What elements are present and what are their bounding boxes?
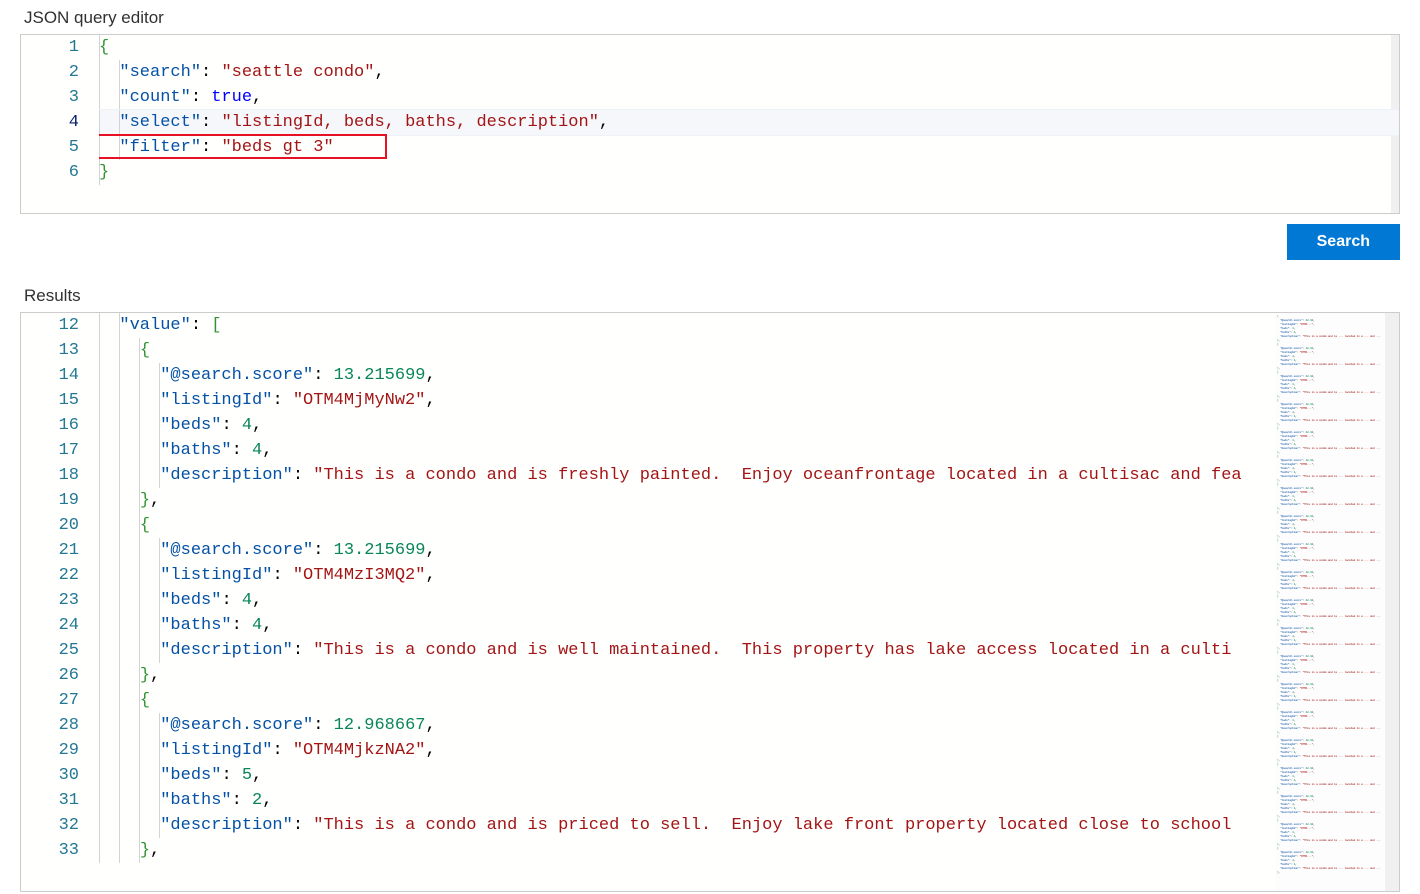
results-title: Results: [24, 286, 1400, 306]
results-line[interactable]: "beds": 4,: [99, 413, 1399, 438]
results-line[interactable]: "@search.score": 13.215699,: [99, 363, 1399, 388]
json-query-editor[interactable]: 123456 { "search": "seattle condo", "cou…: [20, 34, 1400, 214]
query-editor-title: JSON query editor: [24, 8, 1400, 28]
results-line[interactable]: "@search.score": 12.968667,: [99, 713, 1399, 738]
query-line[interactable]: "count": true,: [99, 85, 1399, 110]
results-line[interactable]: "listingId": "OTM4MjMyNw2",: [99, 388, 1399, 413]
search-button-row: Search: [0, 214, 1420, 278]
results-line[interactable]: "description": "This is a condo and is f…: [99, 463, 1399, 488]
results-line[interactable]: "baths": 2,: [99, 788, 1399, 813]
results-line-gutter: 1213141516171819202122232425262728293031…: [21, 313, 99, 863]
results-line[interactable]: "@search.score": 13.215699,: [99, 538, 1399, 563]
results-line[interactable]: "value": [: [99, 313, 1399, 338]
results-overview-ruler[interactable]: [1385, 313, 1399, 891]
query-line-gutter: 123456: [21, 35, 99, 185]
results-line[interactable]: {: [99, 513, 1399, 538]
search-button[interactable]: Search: [1287, 224, 1400, 260]
results-line[interactable]: },: [99, 838, 1399, 863]
results-line[interactable]: "baths": 4,: [99, 613, 1399, 638]
results-line[interactable]: },: [99, 488, 1399, 513]
query-line[interactable]: }: [99, 160, 1399, 185]
results-line[interactable]: "description": "This is a condo and is w…: [99, 638, 1399, 663]
query-editor-section: JSON query editor 123456 { "search": "se…: [0, 8, 1420, 214]
results-viewer[interactable]: 1213141516171819202122232425262728293031…: [20, 312, 1400, 892]
query-code-area[interactable]: { "search": "seattle condo", "count": tr…: [99, 35, 1399, 213]
results-line[interactable]: "description": "This is a condo and is p…: [99, 813, 1399, 838]
query-line[interactable]: "select": "listingId, beds, baths, descr…: [99, 110, 1399, 135]
query-line[interactable]: "search": "seattle condo",: [99, 60, 1399, 85]
results-line[interactable]: {: [99, 688, 1399, 713]
results-section: Results 12131415161718192021222324252627…: [0, 286, 1420, 892]
results-line[interactable]: },: [99, 663, 1399, 688]
query-line[interactable]: "filter": "beds gt 3": [99, 135, 1399, 160]
results-minimap[interactable]: { "@search.score": 12.34, "listingId": "…: [1275, 313, 1385, 891]
results-line[interactable]: "beds": 5,: [99, 763, 1399, 788]
results-code-area[interactable]: "value": [ { "@search.score": 13.215699,…: [99, 313, 1399, 891]
results-line[interactable]: "listingId": "OTM4MjkzNA2",: [99, 738, 1399, 763]
query-line[interactable]: {: [99, 35, 1399, 60]
results-line[interactable]: "baths": 4,: [99, 438, 1399, 463]
results-line[interactable]: "beds": 4,: [99, 588, 1399, 613]
results-line[interactable]: "listingId": "OTM4MzI3MQ2",: [99, 563, 1399, 588]
results-line[interactable]: {: [99, 338, 1399, 363]
